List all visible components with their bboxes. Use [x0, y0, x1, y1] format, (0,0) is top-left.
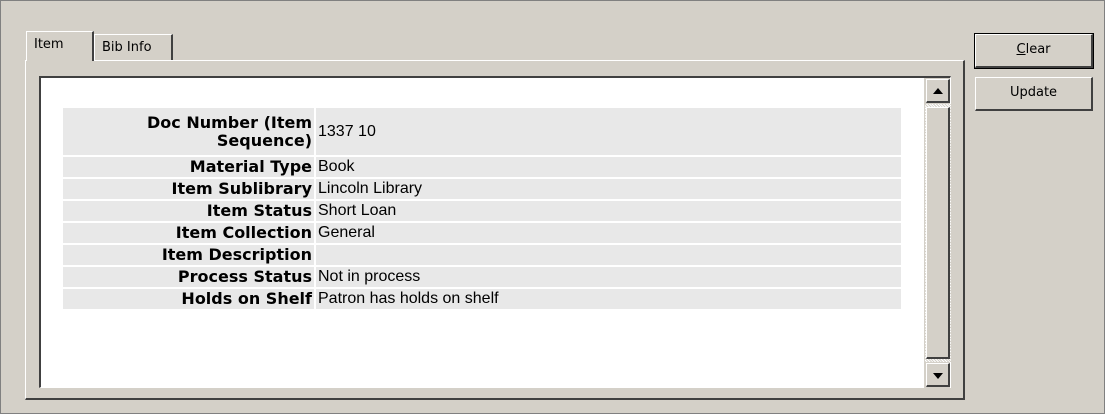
- field-label: Process Status: [63, 266, 316, 289]
- item-fields-table: Doc Number (Item Sequence) 1337 10 Mater…: [63, 108, 903, 311]
- tab-bib-info-label: Bib Info: [102, 40, 152, 55]
- clear-button-mnemonic: C: [1016, 42, 1026, 57]
- field-value: Not in process: [315, 266, 903, 289]
- tab-item[interactable]: Item: [26, 31, 94, 61]
- update-button[interactable]: Update: [975, 77, 1093, 111]
- field-label: Item Sublibrary: [63, 178, 316, 201]
- field-row-process-status: Process Status Not in process: [63, 266, 903, 289]
- field-label: Material Type: [63, 156, 316, 179]
- field-value: Lincoln Library: [315, 178, 903, 201]
- field-row-item-collection: Item Collection General: [63, 222, 903, 245]
- field-value: [315, 244, 903, 267]
- field-row-item-status: Item Status Short Loan: [63, 200, 903, 223]
- field-row-item-sublibrary: Item Sublibrary Lincoln Library: [63, 178, 903, 201]
- scrollbar-thumb[interactable]: [926, 107, 950, 359]
- field-label: Holds on Shelf: [63, 288, 316, 311]
- item-window: Item Bib Info Doc Number (Item Sequence)…: [0, 0, 1105, 414]
- field-value: Book: [315, 156, 903, 179]
- field-value: Patron has holds on shelf: [315, 288, 903, 311]
- field-row-doc-number: Doc Number (Item Sequence) 1337 10: [63, 108, 903, 157]
- field-label: Doc Number (Item Sequence): [63, 108, 316, 157]
- field-value: Short Loan: [315, 200, 903, 223]
- item-details-pane: Doc Number (Item Sequence) 1337 10 Mater…: [39, 76, 951, 388]
- field-row-item-description: Item Description: [63, 244, 903, 267]
- clear-button[interactable]: Clear: [974, 33, 1094, 69]
- vertical-scrollbar[interactable]: [924, 78, 951, 388]
- field-label-line2: Sequence): [216, 130, 312, 150]
- field-label: Item Description: [63, 244, 316, 267]
- tab-item-label: Item: [34, 37, 64, 52]
- field-row-holds-on-shelf: Holds on Shelf Patron has holds on shelf: [63, 288, 903, 311]
- arrow-up-icon[interactable]: [926, 79, 950, 103]
- field-row-material-type: Material Type Book: [63, 156, 903, 179]
- field-value: 1337 10: [315, 108, 903, 157]
- field-label: Item Status: [63, 200, 316, 223]
- field-label-line1: Doc Number (Item: [147, 112, 312, 132]
- arrow-down-icon[interactable]: [926, 363, 950, 387]
- field-value: General: [315, 222, 903, 245]
- tab-bib-info[interactable]: Bib Info: [94, 34, 173, 61]
- clear-button-label: lear: [1025, 42, 1051, 57]
- update-button-label: Update: [1009, 85, 1058, 100]
- field-label: Item Collection: [63, 222, 316, 245]
